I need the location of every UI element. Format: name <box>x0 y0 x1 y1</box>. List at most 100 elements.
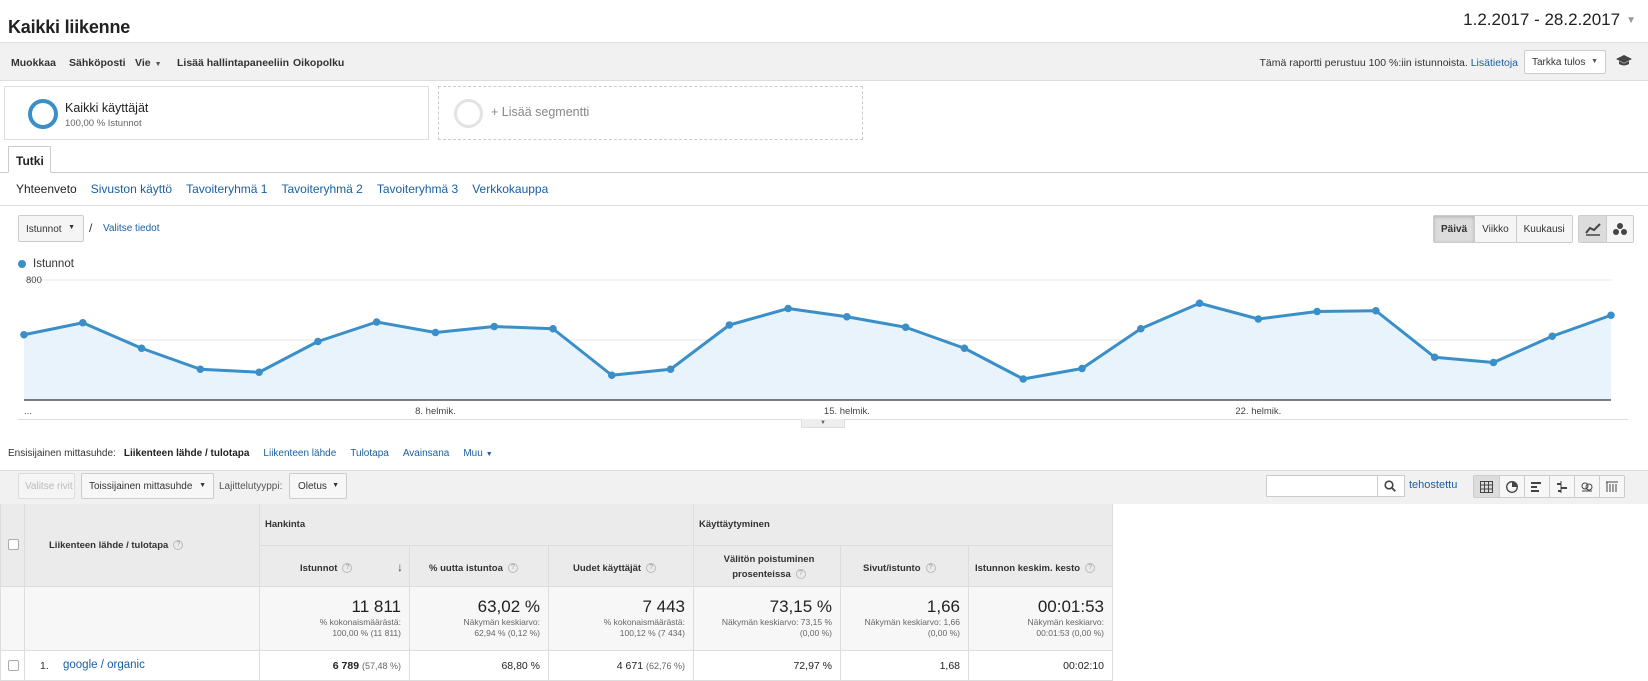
col-bounce-rate[interactable]: Välitön poistuminen prosenteissa? <box>694 546 841 587</box>
report-toolbar: Muokkaa Sähköposti Vie ▼ Lisää hallintapa… <box>0 43 1648 81</box>
search-icon <box>1384 480 1396 492</box>
sort-arrow-down-icon: ↓ <box>397 560 403 574</box>
help-icon[interactable]: ? <box>507 563 518 574</box>
select-metric-link[interactable]: Valitse tiedot <box>103 223 160 234</box>
tab-explore[interactable]: Tutki <box>8 146 51 173</box>
motion-chart-button[interactable] <box>1606 216 1633 242</box>
dimension-source[interactable]: Liikenteen lähde <box>263 448 336 459</box>
metric-separator: / <box>89 221 93 235</box>
help-icon[interactable]: ? <box>1085 563 1096 574</box>
view-pie-button[interactable] <box>1499 476 1524 497</box>
period-month-button[interactable]: Kuukausi <box>1515 216 1572 242</box>
metric-dropdown[interactable]: Istunnot ▼ <box>18 215 84 242</box>
precision-dropdown[interactable]: Tarkka tulos ▼ <box>1524 50 1606 74</box>
period-day-button[interactable]: Päivä <box>1434 216 1475 242</box>
add-to-dashboard-button[interactable]: Lisää hallintapaneeliin <box>177 57 289 69</box>
date-range-picker[interactable]: 1.2.2017 - 28.2.2017 ▼ <box>1463 10 1636 30</box>
help-icon[interactable]: ? <box>173 540 184 551</box>
sort-type-label: Lajittelutyyppi: <box>219 481 283 492</box>
col-sessions-text: Istunnot <box>300 563 338 574</box>
col-avg-duration[interactable]: Istunnon keskim. kesto? <box>969 546 1113 587</box>
subtab-summary[interactable]: Yhteenveto <box>16 182 77 196</box>
col-duration-text: Istunnon keskim. kesto <box>975 563 1081 574</box>
export-button[interactable]: Vie ▼ <box>135 57 162 69</box>
learn-more-link[interactable]: Lisätietoja <box>1471 57 1518 69</box>
primary-dimension-bar: Ensisijainen mittasuhde: Liikenteen lähd… <box>8 448 493 459</box>
acquisition-group-header: Hankinta <box>260 504 694 546</box>
segment-ring-icon <box>28 99 58 129</box>
add-segment-button[interactable]: + Lisää segmentti <box>438 86 863 140</box>
total-sessions: 11 811 % kokonaismäärästä: 100,00 % (11 … <box>260 587 410 651</box>
help-icon[interactable]: ? <box>342 563 353 574</box>
total-bounce-rate: 73,15 % Näkymän keskiarvo: 73,15 % (0,00… <box>694 587 841 651</box>
col-new-sessions[interactable]: % uutta istuntoa? <box>410 546 549 587</box>
total-detail: 100,00 % (11 811) <box>332 628 401 638</box>
dimension-keyword[interactable]: Avainsana <box>403 448 450 459</box>
pie-chart-icon <box>1506 480 1518 493</box>
col-new-users[interactable]: Uudet käyttäjät? <box>549 546 694 587</box>
advanced-filter-link[interactable]: tehostettu <box>1409 479 1457 491</box>
dimension-medium[interactable]: Tulotapa <box>350 448 389 459</box>
dimension-header[interactable]: Liikenteen lähde / tulotapa? <box>25 504 260 587</box>
help-icon[interactable]: ? <box>925 563 936 574</box>
subtab-goal-set-2[interactable]: Tavoiteryhmä 2 <box>281 182 362 196</box>
sort-type-dropdown[interactable]: Oletus ▼ <box>289 473 347 499</box>
view-pivot-button[interactable] <box>1599 476 1624 497</box>
view-term-cloud-button[interactable] <box>1574 476 1599 497</box>
x-tick-label: 8. helmik. <box>415 406 456 417</box>
row-new-sessions: 68,80 % <box>410 651 549 681</box>
view-performance-button[interactable] <box>1524 476 1549 497</box>
col-sessions[interactable]: Istunnot? ↓ <box>260 546 410 587</box>
data-point <box>1195 299 1204 308</box>
y-tick-label: 800 <box>26 275 42 286</box>
view-comparison-button[interactable] <box>1549 476 1574 497</box>
chart-resize-handle[interactable]: ▼ <box>801 419 845 428</box>
row-dimension-link[interactable]: google / organic <box>63 659 145 671</box>
dimension-source-medium[interactable]: Liikenteen lähde / tulotapa <box>124 448 250 459</box>
total-detail: (0,00 %) <box>927 628 960 638</box>
acquisition-label: Hankinta <box>265 519 306 530</box>
row-new-users-value: 4 671 (62,76 %) <box>549 660 685 672</box>
edit-button[interactable]: Muokkaa <box>11 57 56 69</box>
shortcut-button[interactable]: Oikopolku <box>293 57 344 69</box>
total-caption: Näkymän keskiarvo: 73,15 % <box>721 617 832 627</box>
col-bounce-rate-label: Välitön poistuminen prosenteissa? <box>714 552 824 582</box>
email-button[interactable]: Sähköposti <box>69 57 126 69</box>
sampling-note-text: Tämä raportti perustuu 100 %:iin istunno… <box>1259 57 1468 69</box>
total-pages-per-session: 1,66 Näkymän keskiarvo: 1,66 (0,00 %) <box>841 587 969 651</box>
subtab-goal-set-3[interactable]: Tavoiteryhmä 3 <box>377 182 458 196</box>
row-check-cell <box>0 651 25 681</box>
legend-label: Istunnot <box>33 258 74 270</box>
line-chart-button[interactable] <box>1579 216 1606 242</box>
sampling-note: Tämä raportti perustuu 100 %:iin istunno… <box>1259 57 1518 69</box>
select-all-checkbox[interactable] <box>8 539 19 550</box>
row-checkbox[interactable] <box>8 660 19 671</box>
subtab-site-usage[interactable]: Sivuston käyttö <box>91 182 172 196</box>
select-all-cell <box>0 504 25 587</box>
col-pages-per-session[interactable]: Sivut/istunto? <box>841 546 969 587</box>
pivot-icon <box>1606 481 1618 492</box>
period-week-button[interactable]: Viikko <box>1474 216 1516 242</box>
subtab-divider <box>0 205 1648 206</box>
subtab-goal-set-1[interactable]: Tavoiteryhmä 1 <box>186 182 267 196</box>
segment-all-users[interactable]: Kaikki käyttäjät 100,00 % Istunnot <box>4 86 429 140</box>
row-duration-value: 00:02:10 <box>1063 660 1104 672</box>
date-range-label: 1.2.2017 - 28.2.2017 <box>1463 10 1621 29</box>
data-point <box>1019 375 1028 383</box>
help-icon[interactable]: ? <box>646 563 657 574</box>
dimension-more-dropdown[interactable]: Muu ▼ <box>463 448 492 459</box>
graduation-cap-icon[interactable] <box>1616 55 1632 67</box>
help-icon[interactable]: ? <box>795 569 806 580</box>
subtab-ecommerce[interactable]: Verkkokauppa <box>472 182 548 196</box>
subtab-bar: Yhteenveto Sivuston käyttö Tavoiteryhmä … <box>16 182 548 196</box>
data-point <box>196 365 205 374</box>
view-data-table-button[interactable] <box>1474 476 1499 497</box>
row-bounce-value: 72,97 % <box>793 660 832 672</box>
col-new-sessions-label: % uutta istuntoa? <box>429 563 518 574</box>
row-pages-per-session: 1,68 <box>841 651 969 681</box>
chevron-down-icon: ▼ <box>1626 14 1636 26</box>
caret-down-icon: ▼ <box>332 482 339 489</box>
plot-rows-button[interactable]: Valitse rivit <box>18 473 75 499</box>
search-button[interactable] <box>1377 475 1402 497</box>
secondary-dimension-dropdown[interactable]: Toissijainen mittasuhde ▼ <box>81 473 214 499</box>
